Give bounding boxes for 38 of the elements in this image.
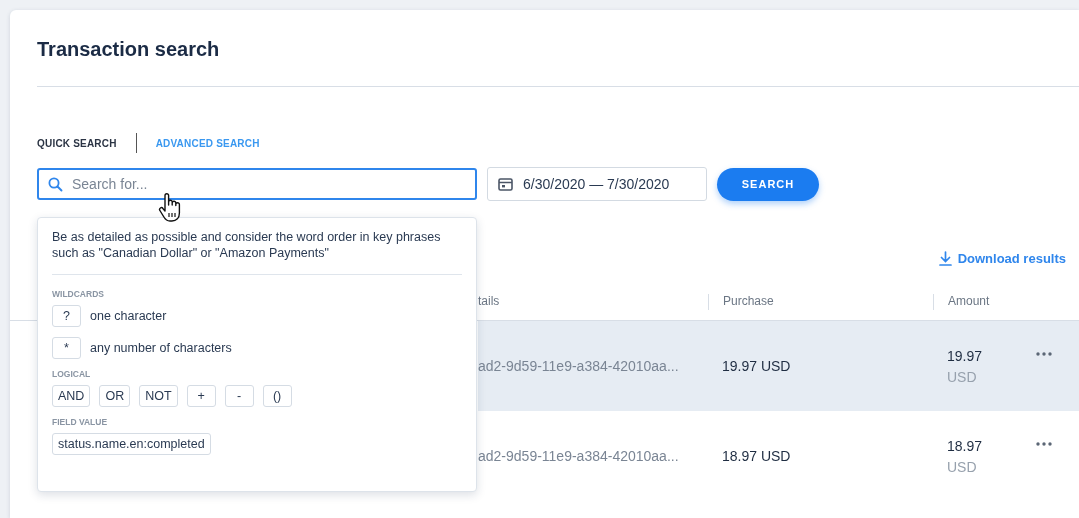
key-chip[interactable]: (): [262, 385, 292, 407]
key-chip[interactable]: +: [186, 385, 216, 407]
amount-currency: USD: [947, 458, 978, 475]
key-chip[interactable]: ?: [52, 305, 81, 327]
table-row[interactable]: ad2-9d59-11e9-a384-42010aa... 18.97 USD 18.97 USD: [478, 411, 1079, 501]
more-icon[interactable]: [1036, 442, 1052, 446]
help-text: Be as detailed as possible and consider the word order in key phrases such as "Canadian Dollar" or "Amazon Payments": [52, 229, 442, 261]
tab[interactable]: QUICK SEARCH: [37, 137, 117, 149]
column-header[interactable]: Purchase: [723, 294, 774, 308]
table-cell: 19.97 USD: [722, 358, 791, 374]
table-cell: ad2-9d59-11e9-a384-42010aa...: [478, 448, 679, 464]
column-header[interactable]: tails: [478, 294, 500, 308]
key-description: any number of characters: [90, 341, 232, 355]
download-link[interactable]: Download results: [938, 251, 1066, 266]
table-row[interactable]: ad2-9d59-11e9-a384-42010aa... 19.97 USD 19.97 USD: [478, 321, 1079, 411]
key-chip[interactable]: OR: [99, 385, 131, 407]
amount-value: 18.97: [947, 437, 984, 454]
calendar-icon: [498, 177, 513, 191]
key-chip[interactable]: -: [224, 385, 254, 407]
key-chip[interactable]: status.name.en:completed: [52, 433, 211, 455]
key-chip[interactable]: AND: [52, 385, 91, 407]
column-header[interactable]: Amount: [948, 294, 990, 308]
search-button[interactable]: SEARCH: [717, 167, 819, 201]
search-field[interactable]: Search for...: [37, 168, 477, 200]
key-chip[interactable]: *: [52, 337, 81, 359]
date-range-field[interactable]: 6/30/2020 — 7/30/2020: [487, 167, 707, 201]
section-heading: FIELD VALUE: [52, 417, 109, 427]
section-heading: WILDCARDS: [52, 289, 105, 299]
key-chip[interactable]: NOT: [139, 385, 178, 407]
section-heading: LOGICAL: [52, 369, 92, 379]
key-description: one character: [90, 309, 167, 323]
page-title: Transaction search: [36, 37, 221, 58]
table-cell: 18.97 USD: [722, 448, 791, 464]
amount-currency: USD: [947, 368, 978, 385]
table-cell: ad2-9d59-11e9-a384-42010aa...: [478, 358, 679, 374]
amount-value: 19.97: [947, 347, 984, 364]
download-icon: [938, 251, 952, 266]
more-icon[interactable]: [1036, 352, 1052, 356]
